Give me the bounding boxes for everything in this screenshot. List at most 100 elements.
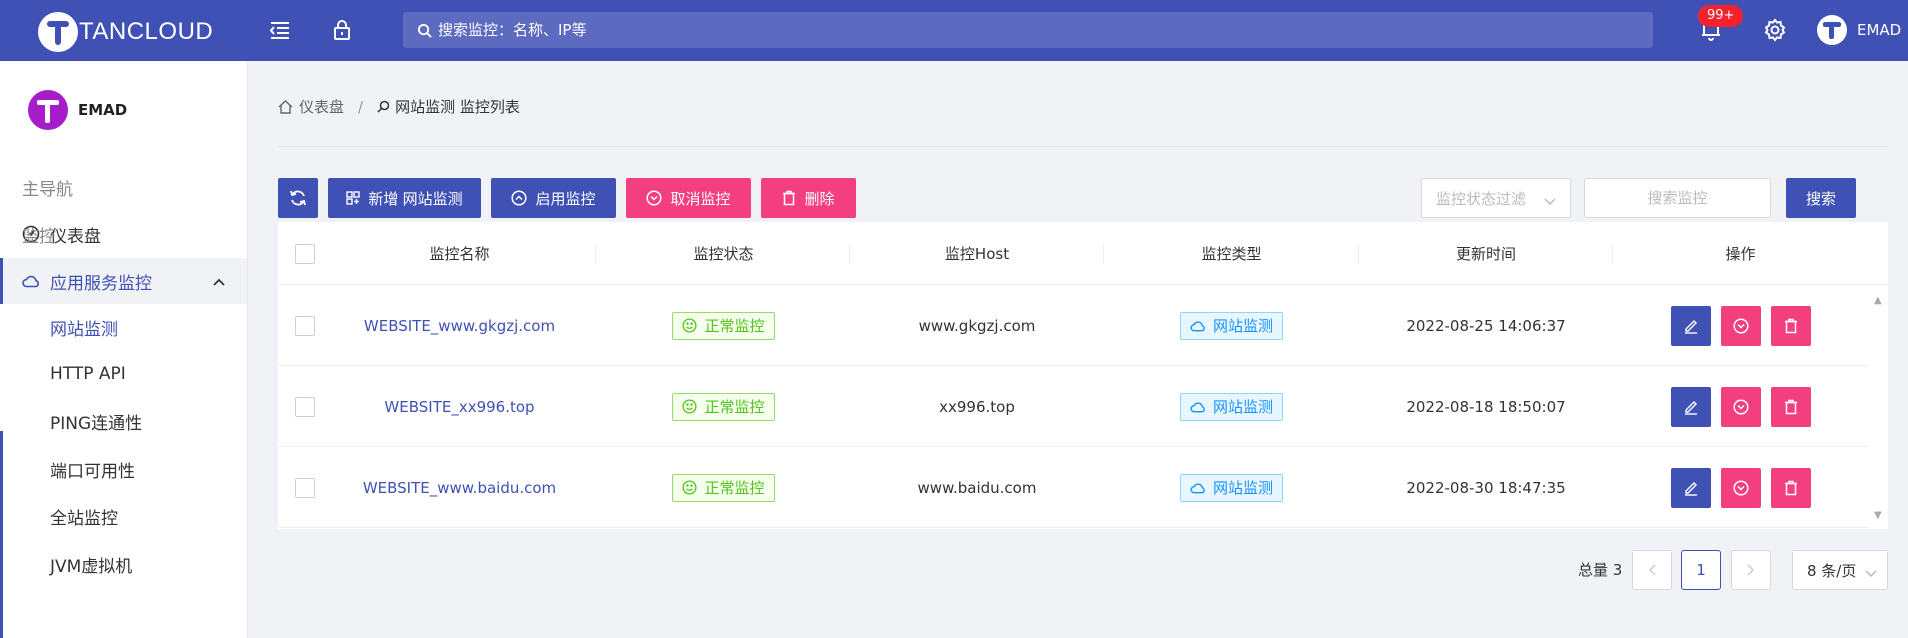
cancel-monitor-row-button[interactable] — [1720, 467, 1761, 508]
trash-icon — [1784, 318, 1797, 333]
cloud-icon — [1190, 482, 1206, 494]
menu-fold-icon[interactable] — [267, 17, 293, 43]
chevron-right-icon — [1747, 564, 1755, 576]
sidebar-item-port[interactable]: 端口可用性 — [0, 446, 247, 492]
trash-icon — [1784, 399, 1797, 414]
scroll-down-icon[interactable]: ▼ — [1874, 510, 1882, 521]
sidebar-item-website[interactable]: 网站监测 — [0, 304, 247, 350]
status-badge: 正常监控 — [672, 311, 775, 340]
sidebar-item-label: 应用服务监控 — [50, 273, 152, 294]
nav-group-monitor-label: 监控 — [22, 227, 56, 247]
arrow-down-circle-icon — [1732, 398, 1749, 415]
arrow-up-circle-icon — [511, 190, 528, 206]
monitor-name-link[interactable]: WEBSITE_www.baidu.com — [363, 479, 556, 497]
column-header-updated[interactable]: 更新时间 — [1359, 222, 1613, 285]
page-1-button[interactable]: 1 — [1681, 550, 1721, 590]
arrow-down-circle-icon — [1732, 317, 1749, 334]
nav-group-main: 主导航 — [22, 180, 73, 200]
total-count: 总量 3 — [1578, 561, 1623, 579]
logo-icon — [38, 12, 78, 52]
column-header-status[interactable]: 监控状态 — [596, 222, 851, 285]
column-header-name[interactable]: 监控名称 — [332, 222, 587, 285]
delete-row-button[interactable] — [1770, 467, 1811, 508]
sidebar-item-app-service[interactable]: 应用服务监控 — [0, 258, 247, 304]
host-cell: www.gkgzj.com — [918, 316, 1036, 335]
avatar — [1817, 15, 1847, 45]
sidebar: EMAD 主导航 仪表盘 监控 应用服务监控 网站监测 HTTP API PIN… — [0, 61, 248, 638]
cancel-monitor-button[interactable]: 取消监控 — [626, 178, 751, 218]
chevron-down-icon — [1544, 192, 1556, 210]
type-badge: 网站监测 — [1179, 311, 1283, 340]
host-cell: www.baidu.com — [917, 478, 1037, 497]
lock-icon[interactable] — [329, 17, 355, 43]
sidebar-item-http-api[interactable]: HTTP API — [0, 351, 247, 397]
prev-page-button[interactable] — [1632, 550, 1672, 590]
search-icon — [417, 23, 432, 38]
sidebar-item-fullsite[interactable]: 全站监控 — [0, 493, 247, 539]
search-button[interactable]: 搜索 — [1786, 178, 1856, 218]
select-all-checkbox[interactable] — [295, 243, 315, 264]
user-menu[interactable]: EMAD — [1817, 15, 1901, 45]
arrow-down-circle-icon — [1732, 479, 1749, 496]
cancel-monitor-row-button[interactable] — [1720, 386, 1761, 427]
cloud-icon — [22, 272, 40, 290]
updated-cell: 2022-08-30 18:47:35 — [1406, 478, 1566, 497]
cancel-monitor-label: 取消监控 — [670, 190, 731, 208]
column-header-host[interactable]: 监控Host — [850, 222, 1104, 285]
monitor-name-link[interactable]: WEBSITE_xx996.top — [384, 398, 534, 416]
edit-button[interactable] — [1670, 467, 1711, 508]
smile-icon — [682, 318, 698, 333]
edit-button[interactable] — [1670, 386, 1711, 427]
gear-icon[interactable] — [1762, 17, 1788, 43]
page-size-select[interactable]: 8 条/页 — [1792, 550, 1888, 590]
monitor-name-link[interactable]: WEBSITE_www.gkgzj.com — [364, 317, 555, 335]
monitor-table: 监控名称 监控状态 监控Host 监控类型 更新时间 操作 WEBSITE_ww… — [278, 222, 1888, 529]
row-checkbox[interactable] — [295, 396, 315, 417]
enable-monitor-label: 启用监控 — [535, 190, 596, 208]
edit-icon — [1684, 481, 1697, 496]
column-header-type[interactable]: 监控类型 — [1104, 222, 1359, 285]
table-scrollbar[interactable]: ▲ ▼ — [1868, 285, 1888, 529]
type-badge: 网站监测 — [1179, 473, 1283, 502]
sidebar-item-label: 仪表盘 — [50, 226, 101, 247]
cloud-icon — [1190, 401, 1206, 413]
global-search[interactable] — [403, 12, 1653, 48]
breadcrumb-home[interactable]: 仪表盘 — [299, 96, 344, 117]
sidebar-user: EMAD — [28, 90, 127, 130]
avatar — [28, 90, 68, 130]
edit-button[interactable] — [1670, 305, 1711, 346]
row-checkbox[interactable] — [295, 477, 315, 498]
type-badge: 网站监测 — [1179, 392, 1283, 421]
delete-row-button[interactable] — [1770, 386, 1811, 427]
breadcrumb: 仪表盘 / 网站监测 监控列表 — [278, 96, 520, 117]
delete-button[interactable]: 删除 — [761, 178, 856, 218]
chevron-up-icon — [213, 271, 225, 291]
row-checkbox[interactable] — [295, 315, 315, 336]
table-row: WEBSITE_www.baidu.com 正常监控 www.baidu.com… — [278, 447, 1868, 528]
enable-monitor-button[interactable]: 启用监控 — [491, 178, 616, 218]
sidebar-item-jvm[interactable]: JVM虚拟机 — [0, 541, 247, 587]
select-all-cell — [278, 222, 332, 285]
delete-row-button[interactable] — [1770, 305, 1811, 346]
search-monitor-input[interactable] — [1584, 178, 1771, 218]
trash-icon — [1784, 480, 1797, 495]
next-page-button[interactable] — [1731, 550, 1771, 590]
smile-icon — [682, 399, 698, 414]
refresh-icon — [289, 189, 307, 207]
column-header-actions: 操作 — [1725, 245, 1756, 263]
cancel-monitor-row-button[interactable] — [1720, 305, 1761, 346]
status-filter-select[interactable]: 监控状态过滤 — [1421, 178, 1571, 218]
scroll-up-icon[interactable]: ▲ — [1874, 295, 1882, 306]
delete-label: 删除 — [804, 190, 835, 208]
refresh-button[interactable] — [278, 178, 318, 218]
logo[interactable]: TANCLOUD — [38, 12, 213, 52]
global-search-input[interactable] — [438, 21, 1038, 39]
add-monitor-button[interactable]: 新增 网站监测 — [328, 178, 481, 218]
add-icon — [346, 191, 361, 205]
chevron-left-icon — [1648, 564, 1656, 576]
smile-icon — [682, 480, 698, 495]
logo-text: TANCLOUD — [79, 18, 214, 45]
arrow-down-circle-icon — [646, 190, 663, 206]
page-size-value: 8 条/页 — [1807, 561, 1857, 580]
sidebar-item-ping[interactable]: PING连通性 — [0, 398, 247, 444]
